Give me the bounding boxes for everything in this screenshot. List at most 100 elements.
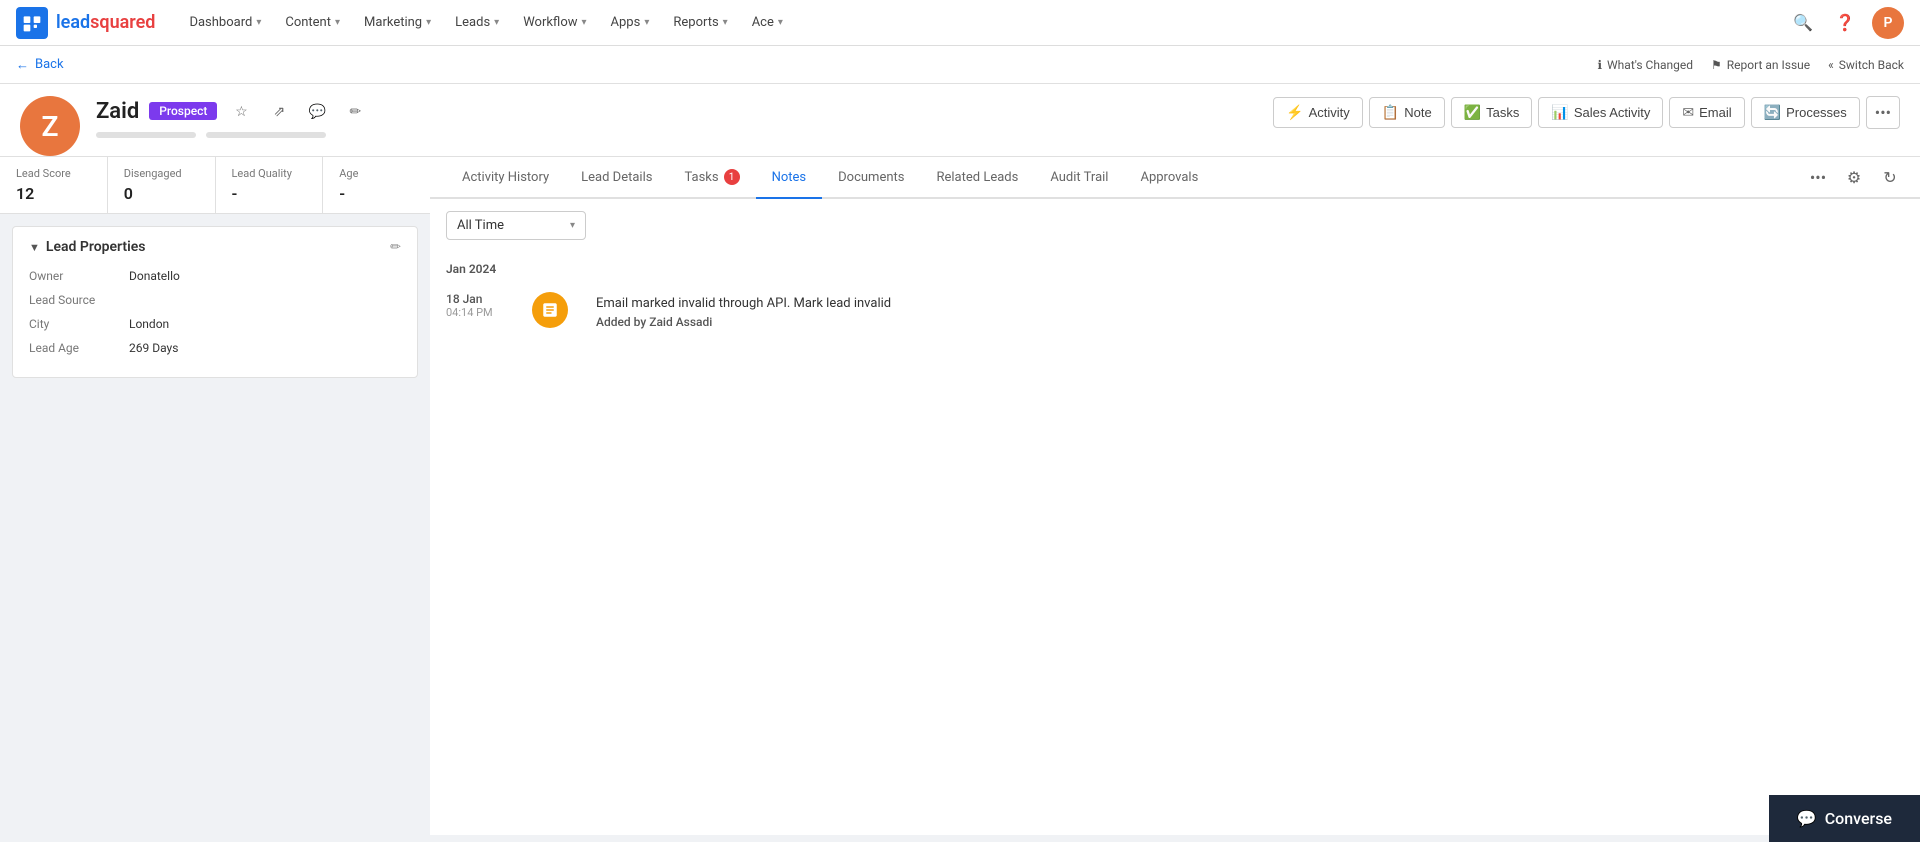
lead-avatar: Z — [20, 96, 80, 156]
processes-icon: 🔄 — [1764, 104, 1781, 121]
nav-item-workflow[interactable]: Workflow ▾ — [513, 9, 596, 36]
caret-icon: ▾ — [335, 17, 340, 28]
converse-button[interactable]: 💬 Converse — [1769, 795, 1920, 842]
lead-properties-card: ▼ Lead Properties ✏ Owner Donatello Lead… — [12, 226, 418, 378]
timeline-author: Zaid Assadi — [649, 315, 712, 329]
property-lead-age-label: Lead Age — [29, 341, 129, 355]
search-button[interactable]: 🔍 — [1788, 8, 1818, 38]
back-button[interactable]: ← Back — [16, 57, 64, 73]
lead-action-icons: ☆ ⇗ 💬 ✏ — [227, 98, 369, 126]
time-filter-select[interactable]: All Time ▾ — [446, 211, 586, 240]
tabs-bar: Activity History Lead Details Tasks 1 No… — [430, 157, 1920, 199]
sales-activity-button[interactable]: 📊 Sales Activity — [1538, 97, 1663, 128]
metric-age-label: Age — [339, 167, 414, 180]
caret-icon: ▾ — [778, 17, 783, 28]
metric-lead-score-label: Lead Score — [16, 167, 91, 180]
nav-items: Dashboard ▾ Content ▾ Marketing ▾ Leads … — [179, 9, 1788, 36]
back-arrow-icon: ← — [16, 57, 29, 73]
tasks-button[interactable]: ✅ Tasks — [1451, 97, 1533, 128]
timeline-content: Email marked invalid through API. Mark l… — [596, 292, 1904, 332]
report-issue-label: Report an Issue — [1727, 58, 1810, 72]
tabs-refresh-button[interactable]: ↻ — [1876, 163, 1904, 191]
report-issue-button[interactable]: ⚑ Report an Issue — [1711, 58, 1810, 72]
property-owner-value: Donatello — [129, 269, 401, 283]
filter-caret-icon: ▾ — [570, 220, 575, 231]
nav-item-ace[interactable]: Ace ▾ — [742, 9, 793, 36]
caret-icon: ▾ — [426, 17, 431, 28]
tabs-settings-button[interactable]: ⚙ — [1840, 163, 1868, 191]
metric-lead-quality-value: - — [232, 184, 307, 203]
note-button[interactable]: 📋 Note — [1369, 97, 1445, 128]
tabs-actions: ••• ⚙ ↻ — [1804, 163, 1904, 191]
converse-icon: 💬 — [1797, 809, 1817, 828]
lead-name: Zaid — [96, 99, 139, 124]
tab-related-leads[interactable]: Related Leads — [920, 158, 1034, 197]
processes-button[interactable]: 🔄 Processes — [1751, 97, 1860, 128]
tab-notes[interactable]: Notes — [756, 158, 823, 199]
nav-item-dashboard[interactable]: Dashboard ▾ — [179, 9, 271, 36]
nav-item-reports[interactable]: Reports ▾ — [663, 9, 737, 36]
breadcrumb-right: ℹ What's Changed ⚑ Report an Issue « Swi… — [1597, 58, 1904, 72]
property-lead-age: Lead Age 269 Days — [29, 341, 401, 355]
property-city-value: London — [129, 317, 401, 331]
nav-item-content[interactable]: Content ▾ — [275, 9, 350, 36]
caret-icon: ▾ — [723, 17, 728, 28]
top-nav: leadsquared Dashboard ▾ Content ▾ Market… — [0, 0, 1920, 46]
metric-disengaged-value: 0 — [124, 184, 199, 203]
activity-icon: ⚡ — [1286, 104, 1303, 121]
breadcrumb-bar: ← Back ℹ What's Changed ⚑ Report an Issu… — [0, 46, 1920, 84]
more-actions-button[interactable]: ••• — [1866, 96, 1900, 129]
collapse-icon[interactable]: ▼ — [29, 241, 40, 254]
metric-lead-score-value: 12 — [16, 184, 91, 203]
caret-icon: ▾ — [494, 17, 499, 28]
caret-icon: ▾ — [582, 17, 587, 28]
metric-lead-quality: Lead Quality - — [216, 157, 324, 213]
timeline-connector — [532, 292, 568, 332]
lead-name-row: Zaid Prospect ☆ ⇗ 💬 ✏ — [96, 96, 1273, 126]
share-button[interactable]: ⇗ — [265, 98, 293, 126]
edit-button[interactable]: ✏ — [341, 98, 369, 126]
left-panel: Lead Score 12 Disengaged 0 Lead Quality … — [0, 157, 430, 835]
timeline-note-icon — [532, 292, 568, 328]
tab-tasks[interactable]: Tasks 1 — [668, 157, 755, 197]
star-button[interactable]: ☆ — [227, 98, 255, 126]
tasks-badge: 1 — [724, 169, 740, 185]
note-icon: 📋 — [1382, 104, 1399, 121]
properties-edit-button[interactable]: ✏ — [390, 240, 401, 255]
switch-back-label: Switch Back — [1839, 58, 1904, 72]
chat-button[interactable]: 💬 — [303, 98, 331, 126]
info-icon: ℹ — [1597, 58, 1602, 72]
timeline-date-time: 04:14 PM — [446, 306, 516, 319]
tab-audit-trail[interactable]: Audit Trail — [1034, 158, 1124, 197]
tab-documents[interactable]: Documents — [822, 158, 920, 197]
email-icon: ✉ — [1682, 104, 1694, 121]
lead-properties-title: ▼ Lead Properties — [29, 239, 145, 255]
user-avatar-nav[interactable]: P — [1872, 7, 1904, 39]
nav-item-marketing[interactable]: Marketing ▾ — [354, 9, 441, 36]
switch-back-button[interactable]: « Switch Back — [1828, 58, 1904, 72]
tab-activity-history[interactable]: Activity History — [446, 158, 565, 197]
property-city: City London — [29, 317, 401, 331]
timeline-item: 18 Jan 04:14 PM Email marked invalid thr… — [446, 282, 1904, 342]
tab-lead-details[interactable]: Lead Details — [565, 158, 668, 197]
flag-icon: ⚑ — [1711, 58, 1722, 72]
logo[interactable]: leadsquared — [16, 7, 155, 39]
metric-age-value: - — [339, 184, 414, 203]
whats-changed-button[interactable]: ℹ What's Changed — [1597, 58, 1693, 72]
tab-approvals[interactable]: Approvals — [1124, 158, 1214, 197]
progress-bar-1 — [96, 132, 196, 138]
logo-text: leadsquared — [56, 12, 155, 33]
email-button[interactable]: ✉ Email — [1669, 97, 1744, 128]
lead-info: Zaid Prospect ☆ ⇗ 💬 ✏ — [96, 96, 1273, 138]
lead-actions-right: ⚡ Activity 📋 Note ✅ Tasks 📊 Sales Activi… — [1273, 96, 1900, 139]
tabs-more-button[interactable]: ••• — [1804, 163, 1832, 191]
metric-disengaged: Disengaged 0 — [108, 157, 216, 213]
caret-icon: ▾ — [256, 17, 261, 28]
timeline-area: Jan 2024 18 Jan 04:14 PM Email marked in… — [430, 252, 1920, 835]
nav-item-leads[interactable]: Leads ▾ — [445, 9, 509, 36]
metric-lead-score: Lead Score 12 — [0, 157, 108, 213]
activity-button[interactable]: ⚡ Activity — [1273, 97, 1363, 128]
nav-item-apps[interactable]: Apps ▾ — [601, 9, 660, 36]
property-lead-source: Lead Source — [29, 293, 401, 307]
help-button[interactable]: ❓ — [1830, 8, 1860, 38]
